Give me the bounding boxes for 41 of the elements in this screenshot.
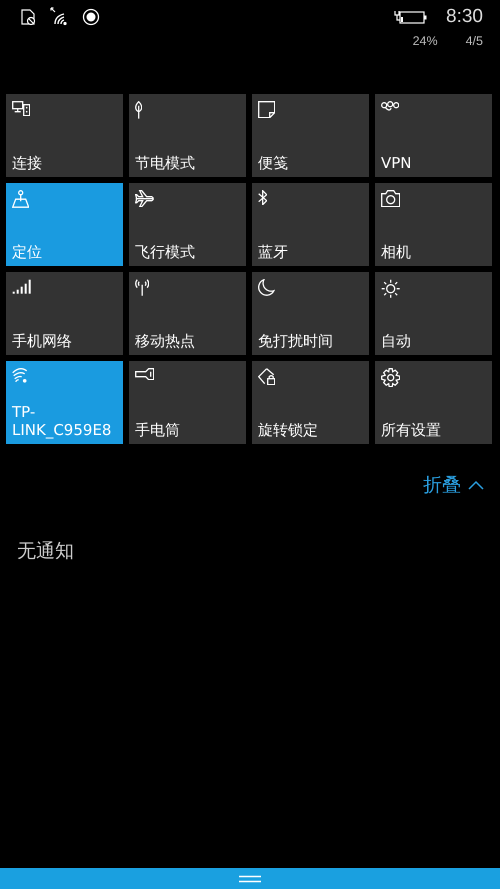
devices-icon xyxy=(12,101,30,116)
quick-action-tile[interactable]: 所有设置 xyxy=(375,361,492,444)
gear-icon xyxy=(381,368,400,388)
chevron-up-icon xyxy=(468,480,484,490)
flashlight-icon xyxy=(135,368,154,380)
quick-action-tile[interactable]: 连接 xyxy=(6,94,123,177)
quick-action-tile[interactable]: 蓝牙 xyxy=(252,183,369,266)
note-icon xyxy=(258,101,276,118)
quick-action-tile[interactable]: 手机网络 xyxy=(6,272,123,355)
vpn-icon xyxy=(381,101,400,111)
navigation-bar[interactable] xyxy=(0,868,500,889)
record-icon xyxy=(82,8,100,26)
handle-icon xyxy=(239,874,261,882)
quick-action-tile[interactable]: 旋转锁定 xyxy=(252,361,369,444)
collapse-button[interactable]: 折叠 xyxy=(419,470,488,500)
sun-icon xyxy=(381,279,400,298)
wifi-icon xyxy=(12,368,28,384)
moon-icon xyxy=(258,279,275,296)
airplane-icon xyxy=(135,190,154,208)
no-sim-icon xyxy=(20,8,38,26)
battery-charging-icon xyxy=(394,8,428,26)
quick-action-tile[interactable]: 移动热点 xyxy=(129,272,246,355)
quick-action-tile[interactable]: VPN xyxy=(375,94,492,177)
quick-action-tile[interactable]: 免打扰时间 xyxy=(252,272,369,355)
quick-action-tile[interactable]: 节电模式 xyxy=(129,94,246,177)
rotation-lock-icon xyxy=(258,368,276,386)
battery-percentage: 24% xyxy=(412,34,438,48)
page-indicator: 4/5 xyxy=(466,34,483,48)
map-pin-icon xyxy=(12,190,30,208)
bluetooth-icon xyxy=(258,190,268,206)
quick-action-tile[interactable]: 手电筒 xyxy=(129,361,246,444)
quick-action-tile[interactable]: 飞行模式 xyxy=(129,183,246,266)
quick-action-tile[interactable]: 自动 xyxy=(375,272,492,355)
quick-action-tile[interactable]: 相机 xyxy=(375,183,492,266)
camera-icon xyxy=(381,190,400,208)
clock-time: 8:30 xyxy=(446,6,483,28)
empty-notifications-text: 无通知 xyxy=(17,540,74,562)
signal-bars-icon xyxy=(12,279,32,294)
quick-action-tile[interactable]: 便笺 xyxy=(252,94,369,177)
antenna-icon xyxy=(135,279,150,296)
leaf-icon xyxy=(135,101,142,120)
